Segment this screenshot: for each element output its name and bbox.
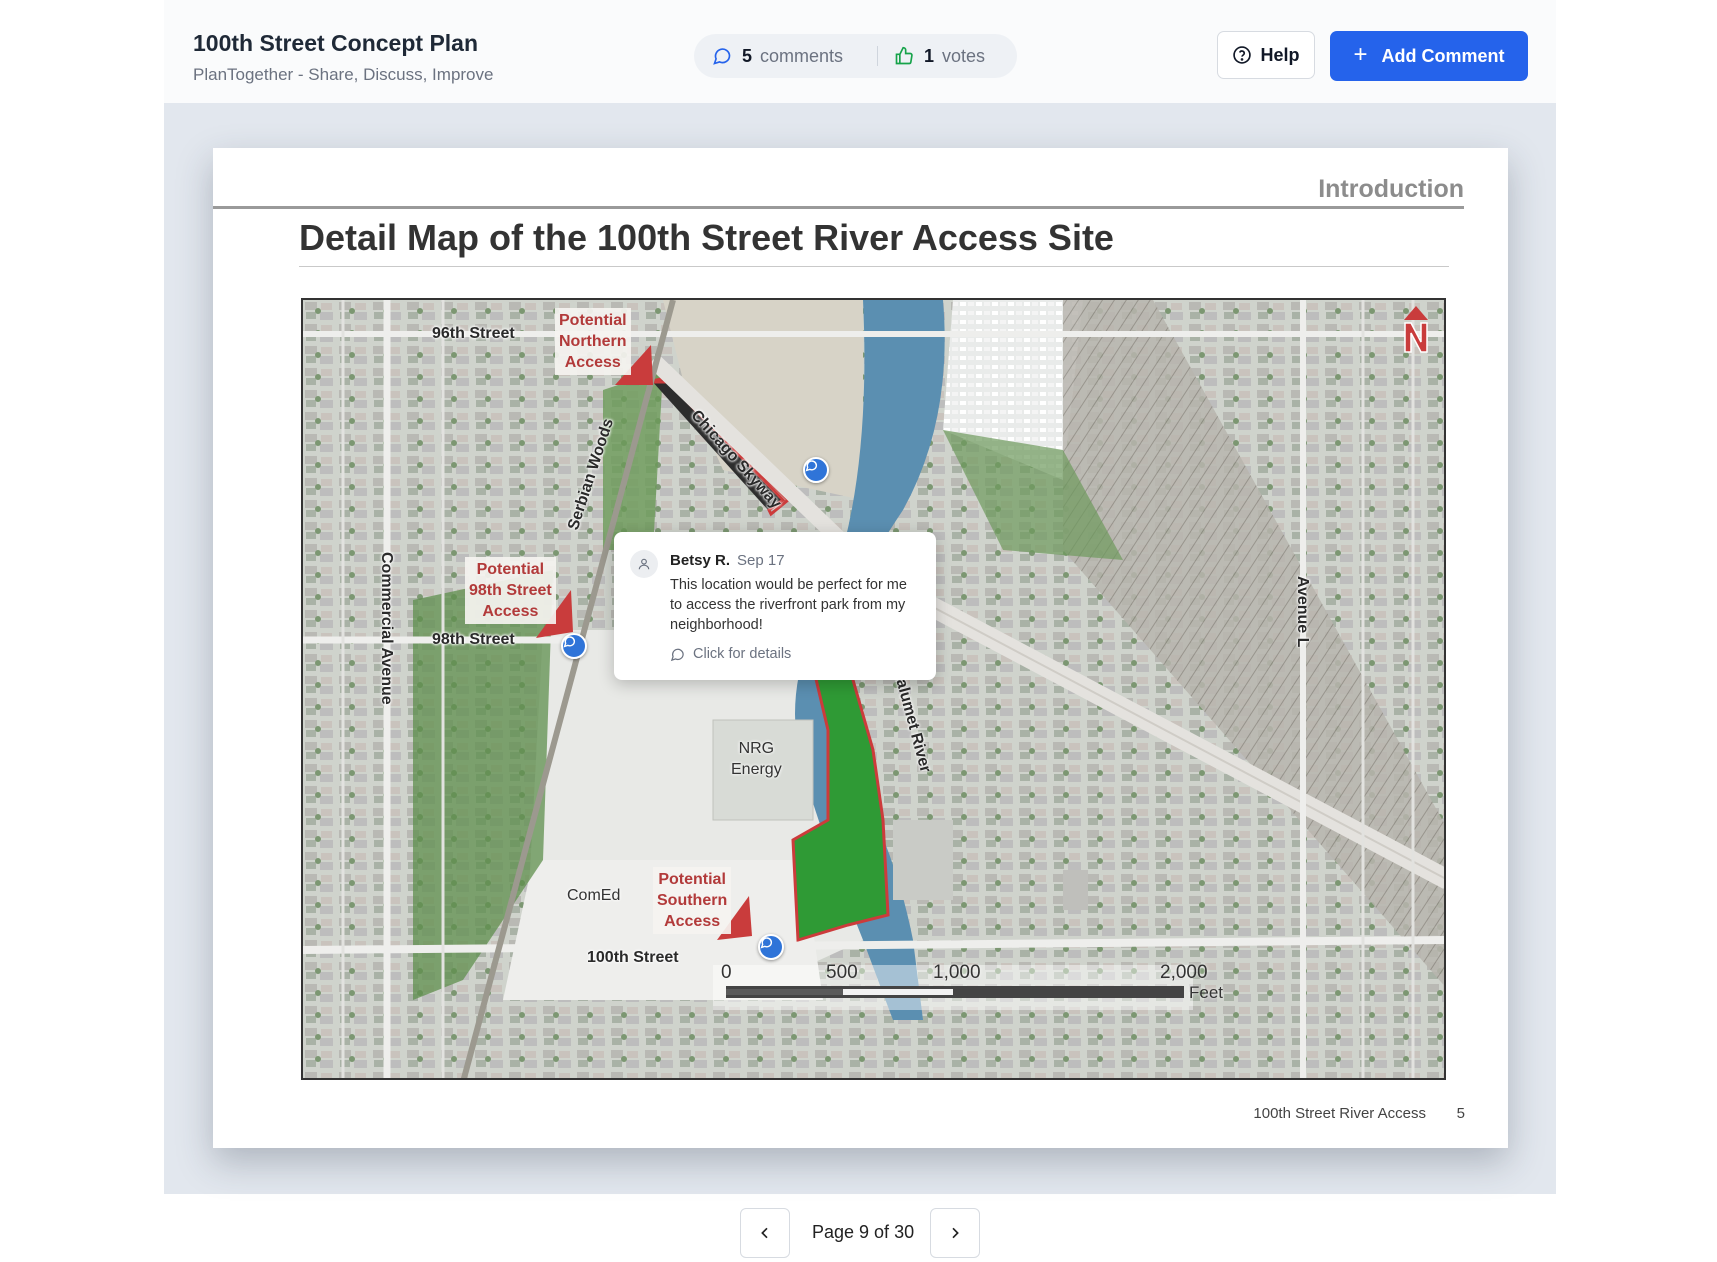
callout-line: Northern (559, 333, 627, 350)
votes-count: 1 (924, 45, 935, 66)
callout-southern-access: Potential Southern Access (653, 867, 732, 934)
user-icon (638, 558, 650, 570)
callout-line: Access (664, 913, 721, 930)
comment-bubble-icon (760, 937, 773, 949)
comment-text: This location would be perfect for me to… (670, 577, 907, 633)
comment-popup[interactable]: Betsy R. Sep 17 This location would be p… (614, 532, 936, 680)
place-label-comed: ComEd (567, 887, 621, 904)
callout-98th-street-access: Potential 98th Street Access (465, 557, 556, 624)
north-arrow-icon: N (1401, 306, 1431, 354)
scale-unit: Feet (1189, 983, 1224, 1002)
top-bar: 100th Street Concept Plan PlanTogether -… (164, 0, 1556, 103)
scale-tick-500: 500 (826, 962, 858, 983)
comment-pin[interactable] (803, 457, 829, 483)
comment-author: Betsy R. (670, 552, 731, 569)
section-divider (213, 206, 1464, 209)
comment-details-link[interactable]: Click for details (670, 646, 791, 662)
help-label: Help (1260, 44, 1300, 65)
comments-label: comments (760, 45, 844, 66)
chevron-right-icon (952, 1227, 959, 1239)
pagination: Page 9 of 30 (740, 1208, 980, 1258)
add-comment-button[interactable]: + Add Comment (1330, 31, 1528, 81)
avatar (630, 550, 658, 578)
callout-line: Potential (559, 312, 627, 329)
section-label: Introduction (1318, 175, 1464, 203)
page-heading: Detail Map of the 100th Street River Acc… (299, 217, 1114, 258)
details-label: Click for details (693, 646, 792, 662)
comment-pin-active[interactable] (561, 633, 587, 659)
page-footer-title: 100th Street River Access (1253, 1105, 1426, 1122)
site-map[interactable]: 96th Street 98th Street 100th Street Com… (301, 298, 1446, 1080)
place-line: Energy (731, 761, 782, 778)
comments-stat[interactable]: 5 comments (712, 34, 843, 78)
previous-page-button[interactable] (740, 1208, 790, 1258)
comments-count: 5 (742, 45, 753, 66)
comment-bubble-icon (563, 636, 576, 648)
scale-tick-0: 0 (721, 962, 732, 983)
app-tagline: PlanTogether - Share, Discuss, Improve (193, 65, 494, 84)
document-title: 100th Street Concept Plan (193, 30, 479, 56)
comment-bubble-icon (805, 460, 818, 472)
street-label-96th: 96th Street (432, 325, 515, 342)
page-number: 5 (1456, 1105, 1465, 1122)
votes-label: votes (942, 45, 986, 66)
comment-bubble-icon (713, 48, 731, 65)
callout-line: Potential (658, 871, 726, 888)
comment-bubble-icon (670, 648, 684, 661)
callout-line: Access (482, 603, 539, 620)
callout-northern-access: Potential Northern Access (555, 308, 631, 375)
street-label-commercial-avenue: Commercial Avenue (378, 552, 395, 705)
aerial-map-image (303, 300, 1444, 1078)
votes-stat[interactable]: 1 votes (894, 34, 985, 78)
callout-line: Southern (657, 892, 728, 909)
callout-line: Access (564, 354, 621, 371)
scale-tick-2000: 2,000 (1160, 962, 1208, 983)
thumbs-up-icon (895, 46, 913, 65)
chevron-left-icon (761, 1227, 768, 1239)
page-indicator: Page 9 of 30 (812, 1222, 915, 1242)
scale-tick-1000: 1,000 (933, 962, 981, 983)
help-button[interactable]: Help (1217, 31, 1315, 79)
comment-date: Sep 17 (737, 552, 785, 569)
street-label-avenue-l: Avenue L (1294, 576, 1311, 648)
stats-divider (877, 46, 878, 66)
place-line: NRG (738, 740, 775, 757)
callout-line: 98th Street (469, 582, 552, 599)
street-label-98th: 98th Street (432, 631, 515, 648)
add-comment-label: Add Comment (1381, 45, 1505, 66)
engagement-stats: 5 comments 1 votes (694, 34, 1017, 78)
place-label-nrg-energy: NRG Energy (731, 738, 782, 780)
help-circle-icon (1233, 46, 1252, 64)
callout-line: Potential (476, 561, 545, 578)
next-page-button[interactable] (930, 1208, 980, 1258)
plus-icon: + (1353, 40, 1368, 68)
street-label-100th: 100th Street (587, 949, 679, 966)
heading-divider (299, 266, 1449, 267)
comment-pin[interactable] (758, 934, 784, 960)
